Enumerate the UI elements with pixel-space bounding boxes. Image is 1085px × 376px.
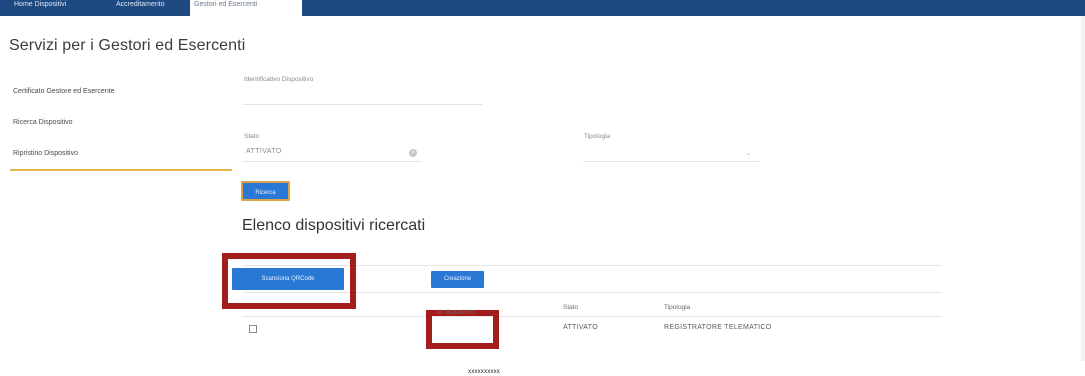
scrollbar-track[interactable] bbox=[1081, 16, 1085, 361]
sidebar-item-ricerca[interactable]: Ricerca Dispositivo bbox=[13, 119, 73, 126]
tab-gestori-esercenti[interactable]: Gestori ed Esercenti bbox=[190, 0, 302, 16]
cell-tipologia: REGISTRATORE TELEMATICO bbox=[664, 324, 772, 331]
identificativo-input[interactable] bbox=[244, 90, 481, 102]
results-title: Elenco dispositivi ricercati bbox=[242, 217, 426, 234]
stato-label: Stato bbox=[244, 133, 260, 140]
sidebar-active-indicator bbox=[10, 169, 232, 171]
chevron-down-icon[interactable]: ⌄ bbox=[746, 150, 751, 157]
sidebar-item-ripristino[interactable]: Ripristino Dispositivo bbox=[13, 150, 78, 157]
column-header-id[interactable]: Id dispositivo bbox=[437, 309, 475, 316]
cell-stato: ATTIVATO bbox=[563, 324, 598, 331]
column-header-stato[interactable]: Stato bbox=[563, 304, 578, 311]
sidebar-item-certificato[interactable]: Certificato Gestore ed Esercente bbox=[13, 88, 115, 95]
create-button[interactable]: Creazione bbox=[431, 271, 484, 288]
page-title: Servizi per i Gestori ed Esercenti bbox=[9, 37, 246, 54]
identificativo-label: Identificativo Dispositivo bbox=[244, 76, 314, 83]
clear-icon[interactable]: × bbox=[409, 149, 417, 157]
tab-accreditamento[interactable]: Accreditamento bbox=[112, 0, 169, 16]
stato-select[interactable]: ATTIVATO bbox=[246, 148, 282, 155]
top-navigation-bar: Home Dispositivi Accreditamento Gestori … bbox=[0, 0, 1085, 16]
column-header-tipologia[interactable]: Tipologia bbox=[664, 304, 690, 311]
tipologia-select[interactable] bbox=[584, 148, 754, 160]
row-select-checkbox[interactable] bbox=[249, 325, 257, 333]
highlight-box-id: Id dispositivo bbox=[426, 309, 499, 349]
tipologia-label: Tipologia bbox=[584, 133, 611, 140]
tab-home-dispositivi[interactable]: Home Dispositivi bbox=[10, 0, 70, 16]
footer-text: xxxxxxxxxx bbox=[468, 369, 500, 375]
tipologia-underline bbox=[583, 161, 759, 162]
stato-underline bbox=[243, 161, 421, 162]
search-button[interactable]: Ricerca bbox=[241, 181, 290, 201]
table-header-bottom-line bbox=[242, 316, 942, 317]
identificativo-underline bbox=[243, 104, 482, 105]
highlight-box-qrcode bbox=[222, 253, 356, 309]
